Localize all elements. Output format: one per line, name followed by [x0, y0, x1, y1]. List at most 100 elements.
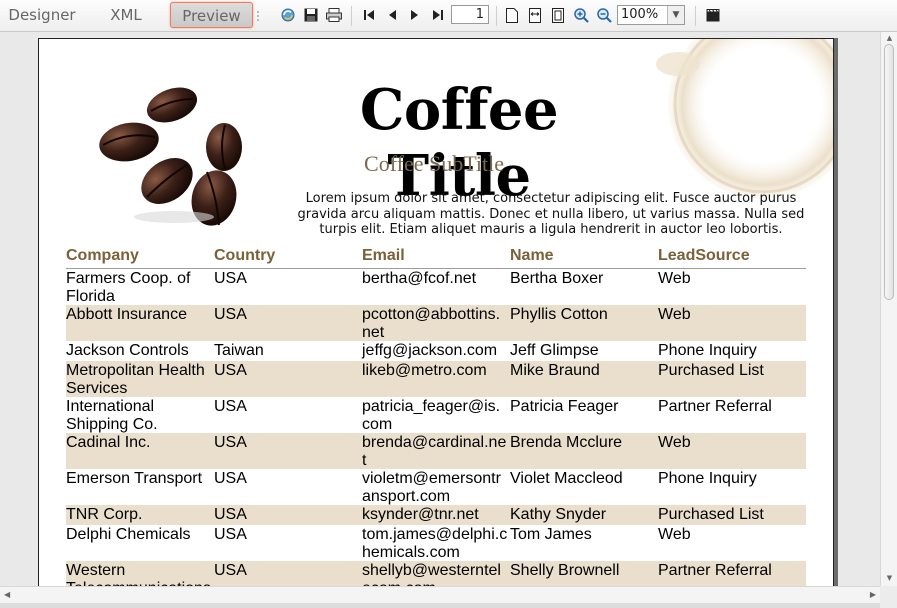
cell-country: USA — [214, 562, 247, 579]
cell-email: bertha@fcof.net — [362, 270, 477, 287]
horizontal-scrollbar[interactable]: ◀ ▶ — [0, 586, 880, 603]
table-row: Jackson Controls Taiwan jeffg@jackson.co… — [66, 341, 806, 361]
coffee-beans-image — [99, 87, 242, 226]
table-row: Cadinal Inc. USA brenda@cardinal.net Bre… — [66, 433, 806, 469]
cell-country: USA — [214, 470, 247, 487]
column-header-country: Country — [214, 247, 276, 264]
cell-name: Mike Braund — [510, 362, 600, 379]
cell-company: Cadinal Inc. — [66, 434, 151, 451]
save-icon[interactable] — [302, 6, 320, 24]
column-header-name: Name — [510, 247, 554, 264]
status-strip — [0, 603, 880, 608]
print-icon[interactable] — [325, 6, 343, 24]
scroll-right-icon[interactable]: ▶ — [870, 590, 876, 599]
cell-country: USA — [214, 434, 247, 451]
table-row: Delphi Chemicals USA tom.james@delphi.ch… — [66, 525, 806, 561]
cell-email: likeb@metro.com — [362, 362, 487, 379]
scrollbar-corner — [880, 586, 897, 608]
report-page: Coffee Title Coffee SubTitle Lorem ipsum… — [38, 38, 834, 586]
cell-email: brenda@cardinal.net — [362, 434, 507, 469]
next-page-icon[interactable] — [406, 6, 424, 24]
table-row: Western Telecommunications USA shellyb@w… — [66, 561, 806, 586]
toolbar-grip — [257, 11, 261, 21]
cell-company: International Shipping Co. — [66, 398, 158, 433]
cell-name: Kathy Snyder — [510, 506, 607, 523]
cell-leadsource: Phone Inquiry — [658, 342, 757, 359]
prev-page-icon[interactable] — [383, 6, 401, 24]
toolbar-separator — [695, 6, 696, 26]
table-row: Metropolitan Health Services USA likeb@m… — [66, 361, 806, 397]
refresh-icon[interactable] — [279, 6, 297, 24]
cell-leadsource: Web — [658, 306, 691, 323]
table-row: Emerson Transport USA violetm@emersontra… — [66, 469, 806, 505]
cell-leadsource: Web — [658, 526, 691, 543]
cell-email: violetm@emersontransport.com — [362, 470, 501, 505]
cell-name: Patricia Feager — [510, 398, 619, 415]
tab-designer[interactable]: Designer — [0, 2, 84, 28]
table-row: TNR Corp. USA ksynder@tnr.net Kathy Snyd… — [66, 505, 806, 525]
cell-country: USA — [214, 526, 247, 543]
cell-leadsource: Purchased List — [658, 362, 764, 379]
tab-xml[interactable]: XML — [96, 2, 156, 28]
cell-email: shellyb@westerntelecom.com — [362, 562, 501, 586]
zoom-in-icon[interactable] — [572, 6, 590, 24]
zoom-value: 100% — [621, 7, 659, 22]
table-row: Farmers Coop. of Florida USA bertha@fcof… — [66, 269, 806, 305]
cell-country: USA — [214, 306, 247, 323]
scroll-down-icon[interactable]: ▼ — [881, 574, 897, 584]
table-header: Company Country Email Name LeadSource — [66, 247, 806, 269]
zoom-out-icon[interactable] — [595, 6, 613, 24]
report-description: Lorem ipsum dolor sit amet, consectetur … — [297, 191, 805, 237]
cell-company: Abbott Insurance — [66, 306, 187, 323]
cell-leadsource: Web — [658, 270, 691, 287]
cell-leadsource: Phone Inquiry — [658, 470, 757, 487]
cell-name: Jeff Glimpse — [510, 342, 599, 359]
cell-country: USA — [214, 270, 247, 287]
single-page-icon[interactable] — [503, 6, 521, 24]
toolbar-separator — [496, 6, 497, 26]
page-width-icon[interactable] — [526, 6, 544, 24]
cell-name: Shelly Brownell — [510, 562, 620, 579]
table-row: Abbott Insurance USA pcotton@abbottins.n… — [66, 305, 806, 341]
toolbar-separator — [351, 6, 352, 26]
tab-preview[interactable]: Preview — [170, 2, 253, 28]
cell-leadsource: Purchased List — [658, 506, 764, 523]
vertical-scroll-thumb[interactable] — [884, 44, 894, 300]
cell-company: Farmers Coop. of Florida — [66, 270, 191, 305]
column-header-company: Company — [66, 247, 139, 264]
cell-leadsource: Partner Referral — [658, 562, 772, 579]
report-title: Coffee Title — [359, 77, 559, 209]
first-page-icon[interactable] — [360, 6, 378, 24]
whole-page-icon[interactable] — [549, 6, 567, 24]
scroll-up-icon[interactable]: ▲ — [881, 34, 897, 44]
cell-company: Emerson Transport — [66, 470, 203, 487]
cell-email: jeffg@jackson.com — [362, 342, 498, 359]
cell-company: TNR Corp. — [66, 506, 143, 523]
cell-leadsource: Web — [658, 434, 691, 451]
report-subtitle: Coffee SubTitle — [364, 151, 504, 176]
vertical-scrollbar[interactable]: ▲ ▼ — [880, 32, 897, 586]
page-number-input[interactable] — [451, 5, 489, 24]
cell-name: Bertha Boxer — [510, 270, 604, 287]
cell-name: Violet Maccleod — [510, 470, 623, 487]
table-row: International Shipping Co. USA patricia_… — [66, 397, 806, 433]
chevron-down-icon[interactable]: ▼ — [667, 6, 684, 24]
cell-company: Metropolitan Health Services — [66, 362, 205, 397]
data-table: Farmers Coop. of Florida USA bertha@fcof… — [66, 269, 806, 586]
cell-country: Taiwan — [214, 342, 264, 359]
cell-name: Tom James — [510, 526, 592, 543]
cell-country: USA — [214, 398, 247, 415]
cell-country: USA — [214, 506, 247, 523]
film-icon[interactable] — [704, 6, 722, 24]
cell-email: ksynder@tnr.net — [362, 506, 479, 523]
cell-email: tom.james@delphi.chemicals.com — [362, 526, 508, 561]
column-header-leadsource: LeadSource — [658, 247, 750, 264]
scroll-left-icon[interactable]: ◀ — [4, 590, 10, 599]
zoom-select[interactable]: 100% ▼ — [617, 5, 685, 25]
last-page-icon[interactable] — [429, 6, 447, 24]
cell-company: Jackson Controls — [66, 342, 189, 359]
cell-name: Phyllis Cotton — [510, 306, 608, 323]
cell-name: Brenda Mcclure — [510, 434, 623, 451]
cell-email: patricia_feager@is.com — [362, 398, 501, 433]
cell-country: USA — [214, 362, 247, 379]
